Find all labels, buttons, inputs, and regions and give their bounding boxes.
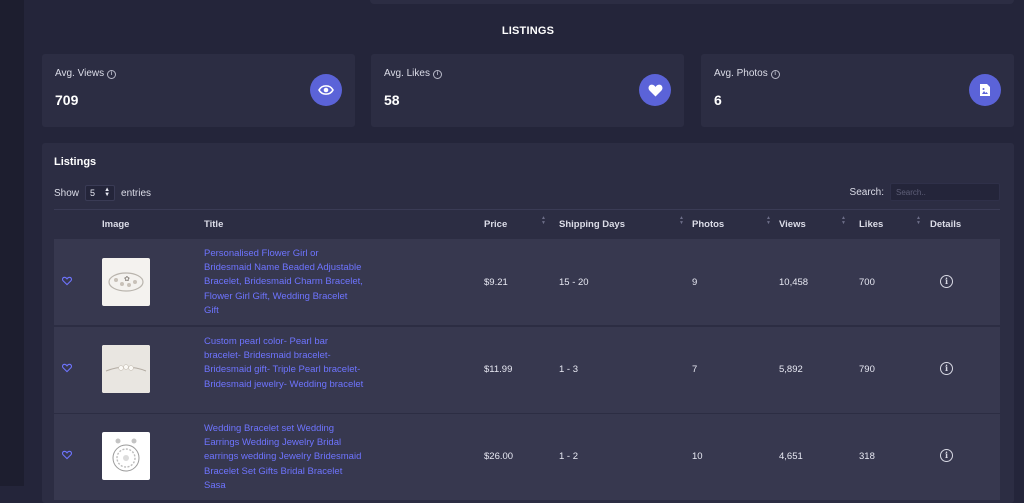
listing-thumbnail[interactable]: [102, 345, 150, 393]
sort-icon[interactable]: ▲ ▼: [841, 216, 847, 226]
svg-text:✿: ✿: [124, 275, 130, 283]
listing-likes: 790: [859, 364, 875, 375]
listing-title-link[interactable]: Wedding Bracelet set Wedding Earrings We…: [204, 422, 364, 493]
sort-icon[interactable]: ▲ ▼: [541, 216, 547, 226]
listing-views: 5,892: [779, 364, 803, 375]
sort-icon[interactable]: ▲ ▼: [679, 216, 685, 226]
heart-outline-icon[interactable]: [62, 450, 72, 460]
eye-icon: [310, 74, 342, 106]
column-header-shipping-days[interactable]: Shipping Days: [559, 219, 625, 230]
listing-title-link[interactable]: Personalised Flower Girl or Bridesmaid N…: [204, 247, 364, 318]
stat-label-photos: Avg. Photos: [714, 68, 768, 79]
listing-photos: 9: [692, 277, 698, 288]
entries-control: Show 5 ▲ ▼ entries: [54, 185, 151, 201]
table-row: Wedding Bracelet set Wedding Earrings We…: [54, 414, 1000, 500]
heart-outline-icon[interactable]: [62, 363, 72, 373]
stat-card-likes: Avg. Likes i 58: [371, 54, 684, 127]
search-input[interactable]: [890, 183, 1000, 201]
show-label: Show: [54, 187, 80, 199]
select-arrows-icon: ▲ ▼: [104, 187, 111, 198]
listing-photos: 7: [692, 364, 698, 375]
column-header-views[interactable]: Views: [779, 219, 806, 230]
stat-value-photos: 6: [714, 92, 722, 108]
search-label: Search:: [849, 186, 884, 198]
top-panel-edge: [370, 0, 1014, 4]
table-header: Image Title Price ▲ ▼ Shipping Days ▲ ▼ Ph…: [54, 209, 1000, 239]
info-icon[interactable]: i: [107, 70, 117, 79]
listing-thumbnail[interactable]: [102, 432, 150, 480]
listing-shipping-days: 1 - 2: [559, 451, 579, 462]
image-file-icon: [969, 74, 1001, 106]
listings-panel: Listings Show 5 ▲▼ entries Search: Image…: [42, 143, 1014, 503]
stat-label-likes: Avg. Likes: [384, 68, 430, 79]
stat-card-photos: Avg. Photos i 6: [701, 54, 1014, 127]
stat-label-views: Avg. Views: [55, 68, 105, 79]
info-icon[interactable]: i: [770, 70, 780, 79]
entries-select[interactable]: 5 ▲ ▼: [85, 185, 116, 201]
section-title: LISTINGS: [501, 25, 555, 37]
table-row: ✿ Personalised Flower Girl or Bridesmaid…: [54, 239, 1000, 325]
search-control: Search:: [850, 183, 1000, 201]
listing-price: $11.99: [484, 364, 513, 375]
stat-value-likes: 58: [384, 92, 400, 108]
table-row: Custom pearl color- Pearl bar bracelet- …: [54, 327, 1000, 413]
column-header-title[interactable]: Title: [204, 219, 223, 230]
column-header-image: Image: [102, 219, 130, 230]
entries-label: entries: [121, 187, 152, 199]
sidebar-rail: [0, 0, 24, 486]
entries-value: 5: [90, 188, 96, 198]
stat-value-views: 709: [55, 92, 79, 108]
panel-title: Listings: [54, 156, 97, 168]
column-header-price[interactable]: Price: [484, 219, 507, 230]
listing-title-link[interactable]: Custom pearl color- Pearl bar bracelet- …: [204, 335, 364, 392]
details-info-icon[interactable]: i: [940, 449, 953, 462]
stat-card-views: Avg. Views i 709: [42, 54, 355, 127]
listing-shipping-days: 1 - 3: [559, 364, 579, 375]
heart-icon: [639, 74, 671, 106]
listing-shipping-days: 15 - 20: [559, 277, 589, 288]
info-icon[interactable]: i: [432, 70, 442, 79]
column-header-likes[interactable]: Likes: [859, 219, 883, 230]
listing-price: $9.21: [484, 277, 508, 288]
column-header-details: Details: [930, 219, 962, 230]
listing-thumbnail[interactable]: ✿: [102, 258, 150, 306]
listing-photos: 10: [692, 451, 703, 462]
column-header-photos[interactable]: Photos: [692, 219, 724, 230]
listing-likes: 700: [859, 277, 875, 288]
listing-views: 4,651: [779, 451, 803, 462]
heart-outline-icon[interactable]: [62, 276, 72, 286]
listing-price: $26.00: [484, 451, 514, 462]
sort-icon[interactable]: ▲ ▼: [766, 216, 772, 226]
details-info-icon[interactable]: i: [940, 275, 953, 288]
listing-likes: 318: [859, 451, 875, 462]
details-info-icon[interactable]: i: [940, 362, 953, 375]
sort-icon[interactable]: ▲ ▼: [916, 216, 922, 226]
listing-views: 10,458: [779, 277, 809, 288]
